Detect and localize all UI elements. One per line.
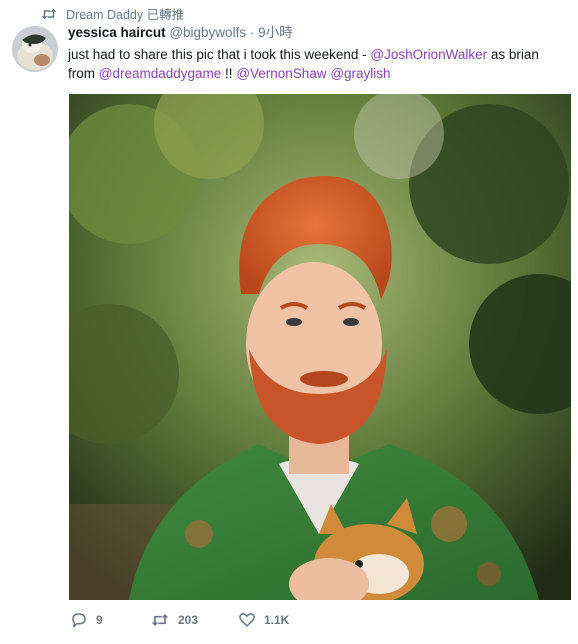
mention-link[interactable]: @VernonShaw [236, 66, 326, 81]
retweet-icon [41, 8, 57, 19]
like-count: 1.1K [264, 613, 290, 627]
mention-link[interactable]: @JoshOrionWalker [370, 47, 487, 62]
retweet-header: Dream Daddy 已轉推 [40, 4, 184, 23]
reply-count: 9 [96, 613, 103, 627]
reply-icon [72, 613, 86, 628]
avatar[interactable] [12, 26, 58, 72]
tweet-body: yessica haircut @bigbywolfs · 9小時 just h… [68, 24, 568, 83]
tweet-text-part: just had to share this pic that i took t… [68, 47, 371, 62]
tweet-text: just had to share this pic that i took t… [68, 45, 568, 83]
tweet-text-part: !! [221, 66, 237, 81]
avatar-image [12, 26, 58, 72]
tweet-actions: 9 203 1.1K [70, 611, 318, 629]
retweet-header-label[interactable]: Dream Daddy 已轉推 [66, 4, 184, 23]
retweet-icon [151, 614, 169, 626]
tweet-timestamp[interactable]: 9小時 [258, 25, 293, 40]
author-name[interactable]: yessica haircut [68, 25, 166, 40]
heart-icon [239, 613, 255, 627]
tweet-photo[interactable] [69, 94, 571, 600]
mention-link[interactable]: @graylish [330, 66, 390, 81]
author-handle[interactable]: @bigbywolfs [169, 25, 246, 40]
reply-button[interactable]: 9 [70, 611, 150, 629]
author-separator: · [249, 25, 255, 40]
author-line: yessica haircut @bigbywolfs · 9小時 [68, 24, 568, 42]
like-button[interactable]: 1.1K [238, 611, 318, 629]
retweet-count: 203 [178, 613, 199, 627]
retweet-button[interactable]: 203 [150, 612, 238, 628]
mention-link[interactable]: @dreamdaddygame [99, 66, 222, 81]
tweet-photo-image [69, 94, 571, 600]
